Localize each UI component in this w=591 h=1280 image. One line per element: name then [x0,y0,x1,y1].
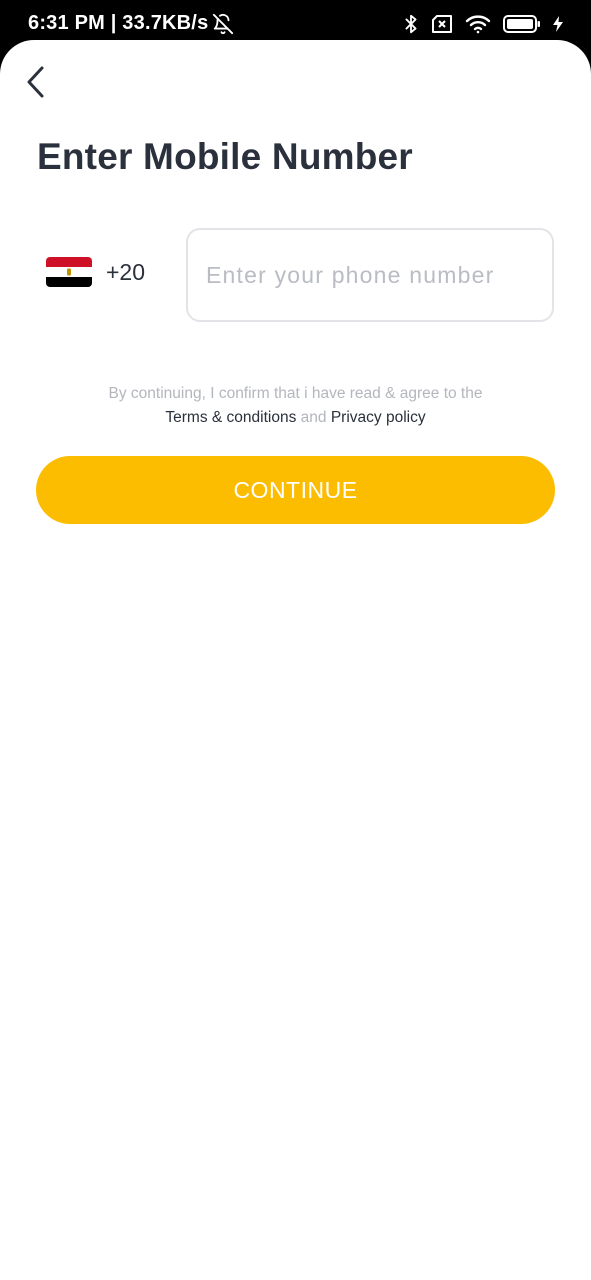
privacy-link[interactable]: Privacy policy [331,409,426,426]
terms-link[interactable]: Terms & conditions [165,409,296,426]
consent-text: By continuing, I confirm that i have rea… [0,382,591,430]
continue-button[interactable]: CONTINUE [36,456,555,524]
status-right [403,13,563,35]
login-screen: Enter Mobile Number +20 By continuing, I… [0,40,591,1280]
chevron-left-icon [27,66,44,98]
no-sim-icon [431,14,453,34]
status-left: 6:31 PM | 33.7KB/s [28,12,234,35]
consent-and: and [300,409,327,426]
country-code: +20 [106,258,146,285]
charging-icon [553,16,563,32]
battery-icon [503,15,541,33]
country-code-selector[interactable]: +20 [46,250,145,294]
status-time-speed: 6:31 PM | 33.7KB/s [28,12,209,34]
back-button[interactable] [16,62,56,102]
consent-links-line: Terms & conditions and Privacy policy [0,406,591,430]
bell-off-icon [212,13,234,35]
consent-line: By continuing, I confirm that i have rea… [108,385,483,402]
phone-number-input[interactable] [186,228,554,322]
wifi-icon [465,14,491,34]
egypt-flag-icon [46,257,92,287]
bluetooth-icon [403,13,419,35]
page-title: Enter Mobile Number [37,136,413,177]
